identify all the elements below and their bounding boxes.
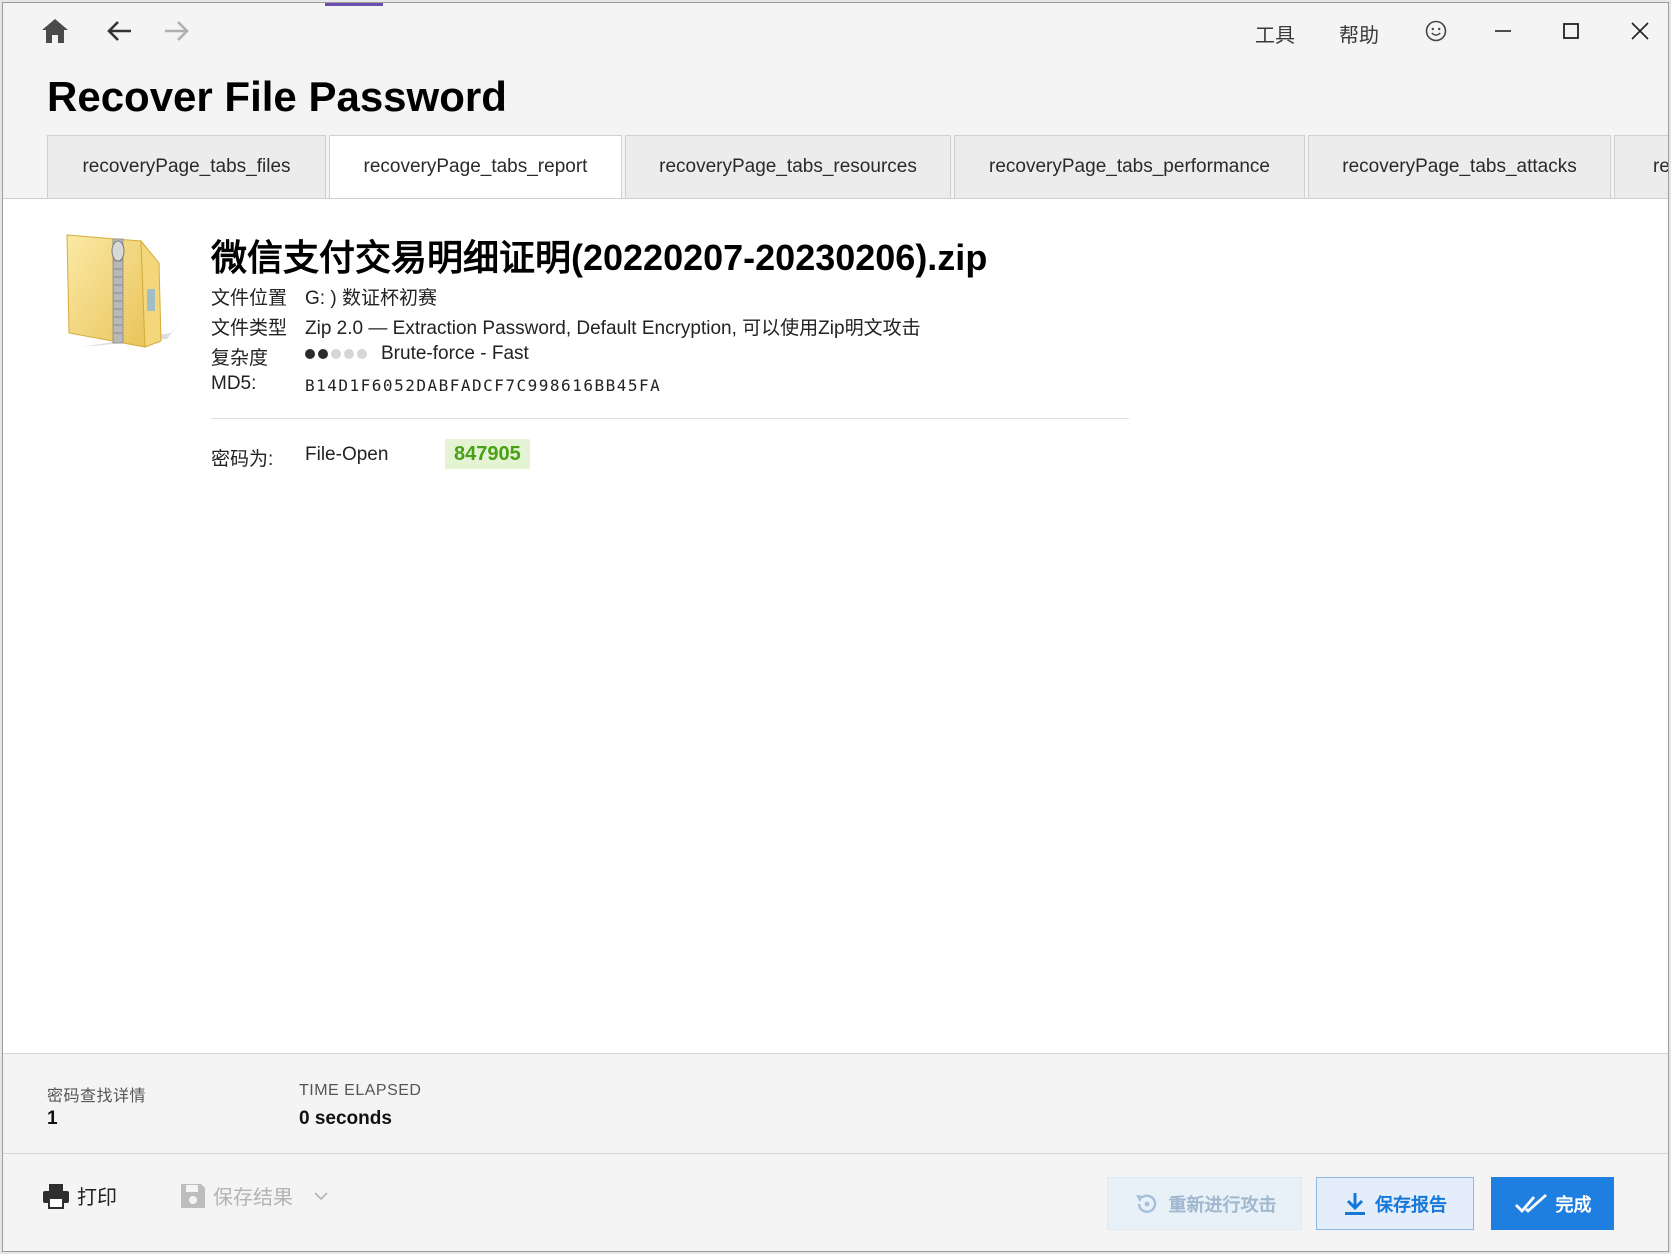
- close-button[interactable]: [1620, 11, 1660, 51]
- tab-resources[interactable]: recoveryPage_tabs_resources: [625, 135, 951, 198]
- double-check-icon: [1514, 1193, 1547, 1213]
- feedback-button[interactable]: [1416, 11, 1456, 51]
- password-label: 密码为:: [211, 449, 274, 470]
- password-value[interactable]: 847905: [445, 439, 530, 469]
- app-window: 工具 帮助 Recover File Password recoveryPage…: [2, 2, 1669, 1252]
- retry-attack-button[interactable]: 重新进行攻击: [1107, 1177, 1302, 1230]
- tab-overflow[interactable]: rec: [1614, 135, 1668, 198]
- time-elapsed-value: 0 seconds: [299, 1108, 392, 1129]
- complexity-label: 复杂度: [211, 348, 269, 369]
- report-panel: 微信支付交易明细证明(20220207-20230206).zip 文件位置 G…: [3, 198, 1668, 1054]
- tab-performance[interactable]: recoveryPage_tabs_performance: [954, 135, 1305, 198]
- stats-bar: 密码查找详情 1 TIME ELAPSED 0 seconds: [3, 1053, 1668, 1154]
- tab-label: recoveryPage_tabs_resources: [659, 156, 917, 177]
- md5-label: MD5:: [211, 373, 257, 394]
- tab-label: recoveryPage_tabs_report: [363, 156, 588, 177]
- found-value: 1: [47, 1108, 58, 1129]
- file-location-value: G: ) 数证杯初赛: [305, 288, 437, 309]
- complexity-dot: [318, 348, 328, 359]
- done-label: 完成: [1555, 1194, 1592, 1215]
- complexity-value: Brute-force - Fast: [381, 343, 529, 364]
- title-bar: 工具 帮助: [3, 3, 1668, 63]
- file-location-label: 文件位置: [211, 288, 288, 309]
- close-icon: [1631, 22, 1649, 40]
- zip-folder-icon: [66, 234, 181, 348]
- retry-attack-label: 重新进行攻击: [1168, 1194, 1277, 1215]
- tab-attacks[interactable]: recoveryPage_tabs_attacks: [1308, 135, 1611, 198]
- complexity-dot: [357, 348, 367, 359]
- tab-files[interactable]: recoveryPage_tabs_files: [47, 135, 326, 198]
- divider: [211, 418, 1129, 419]
- save-report-label: 保存报告: [1375, 1194, 1447, 1215]
- done-button[interactable]: 完成: [1491, 1177, 1614, 1230]
- found-label: 密码查找详情: [47, 1088, 147, 1105]
- complexity-dots: [305, 348, 367, 359]
- arrow-right-icon: [165, 21, 189, 41]
- tab-label: rec: [1653, 156, 1668, 177]
- file-type-label: 文件类型: [211, 318, 288, 339]
- minimize-icon: [1495, 30, 1511, 32]
- footer-toolbar: 打印 保存结果 重新进行攻击 保存报告 完成: [3, 1153, 1668, 1251]
- save-result-label: 保存结果: [213, 1187, 293, 1209]
- tools-menu[interactable]: 工具: [1255, 19, 1295, 48]
- maximize-button[interactable]: [1551, 11, 1591, 51]
- back-button[interactable]: [99, 11, 139, 51]
- password-type: File-Open: [305, 444, 389, 465]
- smiley-icon: [1425, 20, 1447, 42]
- file-type-value: Zip 2.0 — Extraction Password, Default E…: [305, 318, 921, 339]
- minimize-button[interactable]: [1483, 11, 1523, 51]
- complexity-value-wrap: Brute-force - Fast: [305, 343, 529, 365]
- save-report-button[interactable]: 保存报告: [1316, 1177, 1474, 1230]
- tab-report[interactable]: recoveryPage_tabs_report: [329, 135, 622, 198]
- page-title: Recover File Password: [47, 73, 507, 120]
- help-menu[interactable]: 帮助: [1339, 19, 1379, 48]
- tab-label: recoveryPage_tabs_files: [82, 156, 291, 177]
- home-button[interactable]: [35, 11, 75, 51]
- home-icon: [42, 19, 68, 43]
- time-elapsed-label: TIME ELAPSED: [299, 1082, 422, 1099]
- maximize-icon: [1563, 23, 1579, 39]
- print-button[interactable]: 打印: [41, 1181, 117, 1210]
- tab-label: recoveryPage_tabs_attacks: [1342, 156, 1577, 177]
- chevron-down-icon: [314, 1191, 328, 1200]
- download-icon: [1345, 1192, 1365, 1215]
- retry-icon: [1135, 1194, 1156, 1213]
- save-result-button[interactable]: 保存结果: [179, 1181, 329, 1210]
- complexity-dot: [331, 348, 341, 359]
- print-label: 打印: [77, 1187, 117, 1209]
- tab-label: recoveryPage_tabs_performance: [989, 156, 1270, 177]
- complexity-dot: [344, 348, 354, 359]
- file-name: 微信支付交易明细证明(20220207-20230206).zip: [211, 237, 988, 278]
- complexity-dot: [305, 348, 315, 359]
- arrow-left-icon: [107, 21, 131, 41]
- floppy-disk-icon: [181, 1183, 205, 1208]
- printer-icon: [43, 1183, 69, 1209]
- forward-button[interactable]: [157, 11, 197, 51]
- tab-bar: recoveryPage_tabs_files recoveryPage_tab…: [47, 135, 1668, 198]
- md5-value: B14D1F6052DABFADCF7C998616BB45FA: [305, 376, 662, 395]
